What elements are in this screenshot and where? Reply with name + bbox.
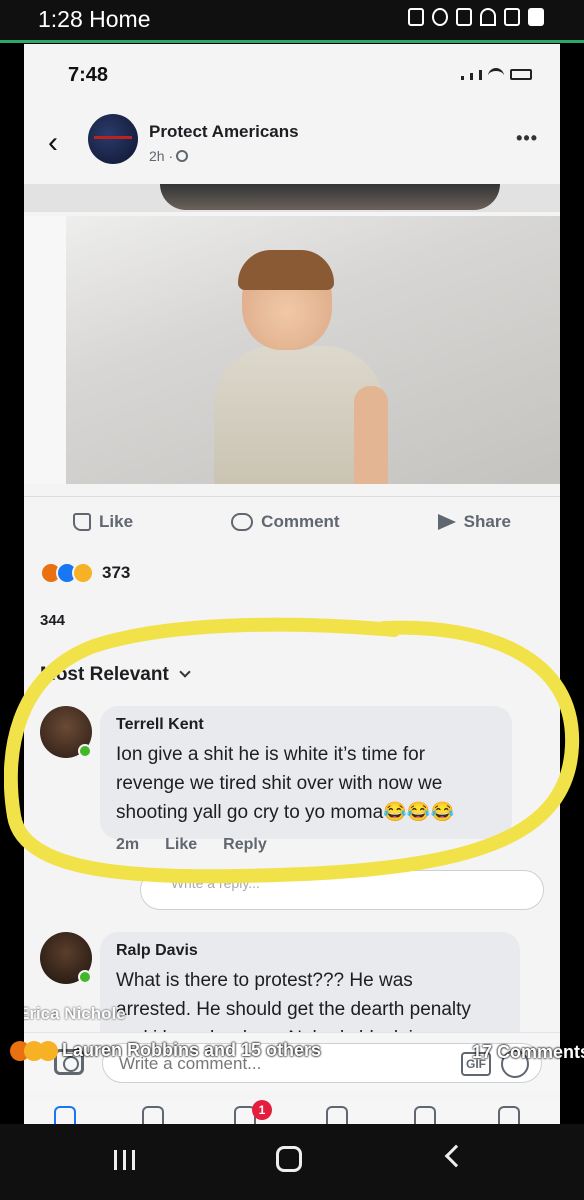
online-indicator [78,744,92,758]
comment-text-line: Ion give a shit he is white it’s time fo… [116,744,426,765]
outer-status-bar: 1:28 Home [0,0,584,42]
comment-like-button[interactable]: Like [165,836,197,854]
signal-icon [504,8,520,26]
post-photo[interactable] [24,216,560,484]
thumbs-up-icon [73,512,92,531]
overlay-comments-count[interactable]: 17 Comments [472,1042,584,1063]
reaction-count: 373 [102,563,131,582]
post-actions: Like Comment Share [24,496,560,546]
comment-text-line: revenge we tired shit over with now we [116,773,443,794]
groups-tab-icon[interactable] [326,1106,348,1124]
comment-text-line: What is there to protest??? He was [116,970,413,991]
inner-status-icons [461,68,532,80]
overlay-reactions-text: Lauren Robbins and 15 others [62,1040,322,1060]
notification-badge: 1 [252,1100,272,1120]
mute-icon [456,8,472,26]
top-accent-line [0,40,584,43]
signal-bar [479,70,482,80]
page-name[interactable]: Protect Americans [149,122,299,142]
wifi-icon [480,8,496,26]
frame-right [560,44,584,1124]
overlay-reaction-summary[interactable]: Lauren Robbins and 15 others [10,1040,321,1061]
battery-icon [510,69,532,80]
back-arrow-icon[interactable]: ‹ [48,126,58,160]
comment: Ralp Davis What is there to protest??? H… [40,932,548,1052]
alarm-icon [432,8,448,26]
comment-sort-label: Most Relevant [40,664,169,685]
comment-button[interactable]: Comment [231,511,340,532]
photo-child-hair [238,250,334,290]
reaction-summary[interactable]: 373 [40,562,130,584]
comment: Terrell Kent Ion give a shit he is white… [40,706,548,866]
sad-reaction-icon [72,562,94,584]
photo-side-panel [24,216,66,484]
home-icon[interactable] [276,1146,302,1172]
inner-status-bar: 7:48 [24,44,560,108]
post-header: ‹ Protect Americans 2h · ••• [24,112,560,182]
screenshot-screen: 7:48 ‹ Protect Americans 2h · ••• Like C… [24,44,560,1124]
menu-tab-icon[interactable] [498,1106,520,1124]
page-avatar[interactable] [88,114,138,164]
android-nav-bar [0,1124,584,1200]
comment-bubble: Terrell Kent Ion give a shit he is white… [100,706,512,839]
outer-status-icons [408,8,544,26]
comment-sort-dropdown[interactable]: Most Relevant [40,664,191,686]
wow-reaction-icon [38,1040,58,1061]
like-button[interactable]: Like [73,512,133,532]
reply-input[interactable]: Write a reply... [140,870,544,910]
commenter-name[interactable]: Ralp Davis [116,942,504,960]
watch-tab-icon[interactable] [142,1106,164,1124]
comment-text-line: shooting yall go cry to yo moma😂😂😂 [116,802,455,823]
comment-meta: 2m Like Reply [116,836,267,854]
comment-text-line: arrested. He should get the dearth penal… [116,999,471,1020]
home-tab-icon[interactable] [54,1106,76,1124]
watermark: Erica Nichole [24,1004,126,1023]
globe-icon [176,150,189,162]
back-icon[interactable] [444,1144,468,1168]
frame-left [0,44,24,1124]
share-label: Share [463,511,511,531]
bottom-tab-bar: 1 [24,1100,560,1124]
post-time-text: 2h · [149,148,174,164]
partial-count: 344 [40,612,66,629]
comment-bubble-icon [231,512,254,531]
share-button[interactable]: Share [437,511,511,532]
nfc-icon [408,8,424,26]
previous-photo-strip [24,184,560,212]
comment-label: Comment [261,511,340,531]
signal-bar [470,73,473,80]
photo-strip-shadow [160,184,500,210]
avatar-flag-stripe [94,136,132,139]
more-options-icon[interactable]: ••• [516,128,538,149]
like-label: Like [99,511,134,531]
alerts-tab-icon[interactable] [414,1106,436,1124]
reply-placeholder: Write a reply... [171,875,260,891]
share-arrow-icon [437,513,456,530]
inner-status-time: 7:48 [68,64,109,86]
battery-icon [528,8,544,26]
online-indicator [78,970,92,984]
wifi-icon [488,68,504,80]
commenter-name[interactable]: Terrell Kent [116,716,496,734]
comment-time: 2m [116,836,140,853]
chevron-down-icon [179,666,191,678]
photo-child-arm [354,386,388,484]
signal-bar [461,76,464,80]
outer-status-time: 1:28 Home [38,6,151,32]
comment-reply-button[interactable]: Reply [223,836,267,854]
post-time: 2h · [149,148,189,164]
recent-apps-icon[interactable] [114,1150,135,1170]
